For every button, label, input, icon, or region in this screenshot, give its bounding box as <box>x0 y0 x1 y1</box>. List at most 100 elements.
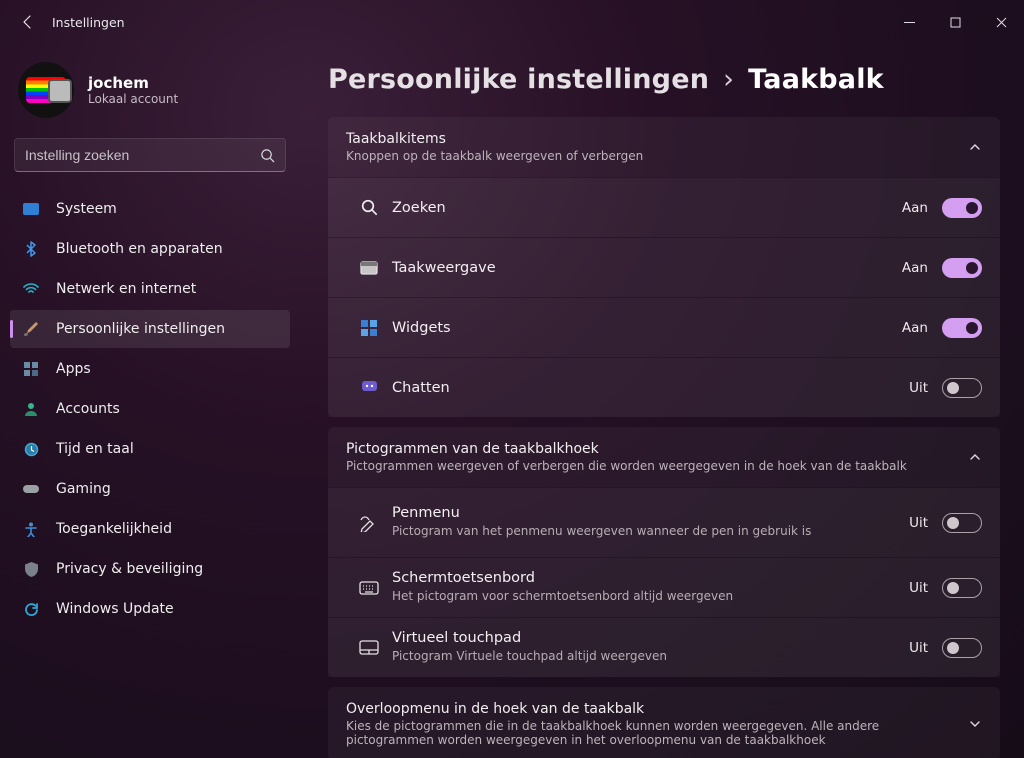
sidebar: jochem Lokaal account Systeem Bluetooth … <box>0 44 300 758</box>
gamepad-icon <box>22 480 40 498</box>
sidebar-item-gaming[interactable]: Gaming <box>10 470 290 508</box>
setting-label: Widgets <box>392 320 896 336</box>
section-header[interactable]: Taakbalkitems Knoppen op de taakbalk wee… <box>328 117 1000 177</box>
search-box[interactable] <box>14 138 286 172</box>
chat-icon <box>346 380 392 395</box>
sidebar-item-label: Toegankelijkheid <box>56 521 172 537</box>
setting-label: Schermtoetsenbord Het pictogram voor sch… <box>392 570 896 604</box>
section-sub: Pictogrammen weergeven of verbergen die … <box>346 459 968 473</box>
sidebar-item-apps[interactable]: Apps <box>10 350 290 388</box>
section-title: Pictogrammen van de taakbalkhoek <box>346 441 968 457</box>
person-icon <box>22 400 40 418</box>
user-block[interactable]: jochem Lokaal account <box>10 56 290 134</box>
close-button[interactable] <box>978 6 1024 38</box>
minimize-icon <box>904 17 915 28</box>
clock-icon <box>22 440 40 458</box>
touchpad-icon <box>346 640 392 655</box>
breadcrumb: Persoonlijke instellingen › Taakbalk <box>328 64 1000 95</box>
sidebar-item-network[interactable]: Netwerk en internet <box>10 270 290 308</box>
toggle-chat[interactable] <box>942 378 982 398</box>
user-sub: Lokaal account <box>88 92 178 106</box>
section-title: Overloopmenu in de hoek van de taakbalk <box>346 701 968 717</box>
setting-row-touchkeyboard: Schermtoetsenbord Het pictogram voor sch… <box>328 557 1000 617</box>
maximize-button[interactable] <box>932 6 978 38</box>
setting-row-chat: Chatten Uit <box>328 357 1000 417</box>
section-taskbar-items: Taakbalkitems Knoppen op de taakbalk wee… <box>328 117 1000 417</box>
settings-window: Instellingen jochem Lokaal account <box>0 0 1024 758</box>
bluetooth-icon <box>22 240 40 258</box>
content: Persoonlijke instellingen › Taakbalk Taa… <box>300 44 1024 758</box>
setting-sub: Het pictogram voor schermtoetsenbord alt… <box>392 588 896 604</box>
section-header[interactable]: Pictogrammen van de taakbalkhoek Pictogr… <box>328 427 1000 487</box>
setting-label: Taakweergave <box>392 260 896 276</box>
maximize-icon <box>950 17 961 28</box>
sidebar-item-bluetooth[interactable]: Bluetooth en apparaten <box>10 230 290 268</box>
search-icon <box>346 199 392 216</box>
toggle-state: Uit <box>896 515 928 531</box>
widgets-icon <box>346 320 392 336</box>
user-name: jochem <box>88 74 178 92</box>
section-header[interactable]: Overloopmenu in de hoek van de taakbalk … <box>328 687 1000 758</box>
pen-icon <box>346 514 392 532</box>
setting-sub: Pictogram van het penmenu weergeven wann… <box>392 523 896 539</box>
setting-label: Virtueel touchpad Pictogram Virtuele tou… <box>392 630 896 664</box>
toggle-touchpad[interactable] <box>942 638 982 658</box>
toggle-penmenu[interactable] <box>942 513 982 533</box>
setting-label: Zoeken <box>392 200 896 216</box>
update-icon <box>22 600 40 618</box>
setting-row-taskview: Taakweergave Aan <box>328 237 1000 297</box>
toggle-state: Uit <box>896 580 928 596</box>
sidebar-item-label: Apps <box>56 361 91 377</box>
sidebar-item-label: Persoonlijke instellingen <box>56 321 225 337</box>
toggle-state: Aan <box>896 200 928 216</box>
nav: Systeem Bluetooth en apparaten Netwerk e… <box>10 190 290 628</box>
taskview-icon <box>346 261 392 275</box>
apps-icon <box>22 360 40 378</box>
toggle-state: Aan <box>896 260 928 276</box>
avatar <box>18 62 74 118</box>
close-icon <box>996 17 1007 28</box>
keyboard-icon <box>346 581 392 595</box>
search-input[interactable] <box>25 147 260 163</box>
chevron-right-icon: › <box>723 64 734 95</box>
section-sub: Kies de pictogrammen die in de taakbalkh… <box>346 719 968 747</box>
sidebar-item-accounts[interactable]: Accounts <box>10 390 290 428</box>
window-controls <box>886 6 1024 38</box>
sidebar-item-label: Netwerk en internet <box>56 281 196 297</box>
breadcrumb-parent[interactable]: Persoonlijke instellingen <box>328 64 709 95</box>
display-icon <box>22 200 40 218</box>
accessibility-icon <box>22 520 40 538</box>
chevron-down-icon <box>968 717 982 731</box>
sidebar-item-time[interactable]: Tijd en taal <box>10 430 290 468</box>
sidebar-item-accessibility[interactable]: Toegankelijkheid <box>10 510 290 548</box>
back-button[interactable] <box>14 8 42 36</box>
sidebar-item-system[interactable]: Systeem <box>10 190 290 228</box>
section-title: Taakbalkitems <box>346 131 968 147</box>
search-icon <box>260 148 275 163</box>
toggle-touchkeyboard[interactable] <box>942 578 982 598</box>
sidebar-item-label: Privacy & beveiliging <box>56 561 203 577</box>
sidebar-item-label: Windows Update <box>56 601 174 617</box>
arrow-left-icon <box>20 14 36 30</box>
toggle-widgets[interactable] <box>942 318 982 338</box>
sidebar-item-update[interactable]: Windows Update <box>10 590 290 628</box>
sidebar-item-privacy[interactable]: Privacy & beveiliging <box>10 550 290 588</box>
shield-icon <box>22 560 40 578</box>
brush-icon <box>22 320 40 338</box>
setting-row-penmenu: Penmenu Pictogram van het penmenu weerge… <box>328 487 1000 557</box>
toggle-state: Aan <box>896 320 928 336</box>
sidebar-item-personalization[interactable]: Persoonlijke instellingen <box>10 310 290 348</box>
toggle-search[interactable] <box>942 198 982 218</box>
chevron-up-icon <box>968 450 982 464</box>
section-corner-icons: Pictogrammen van de taakbalkhoek Pictogr… <box>328 427 1000 677</box>
setting-row-widgets: Widgets Aan <box>328 297 1000 357</box>
titlebar: Instellingen <box>0 0 1024 44</box>
toggle-taskview[interactable] <box>942 258 982 278</box>
minimize-button[interactable] <box>886 6 932 38</box>
sidebar-item-label: Gaming <box>56 481 111 497</box>
setting-label: Penmenu Pictogram van het penmenu weerge… <box>392 505 896 539</box>
section-sub: Knoppen op de taakbalk weergeven of verb… <box>346 149 968 163</box>
sidebar-item-label: Accounts <box>56 401 120 417</box>
setting-sub: Pictogram Virtuele touchpad altijd weerg… <box>392 648 896 664</box>
app-title: Instellingen <box>52 15 125 30</box>
